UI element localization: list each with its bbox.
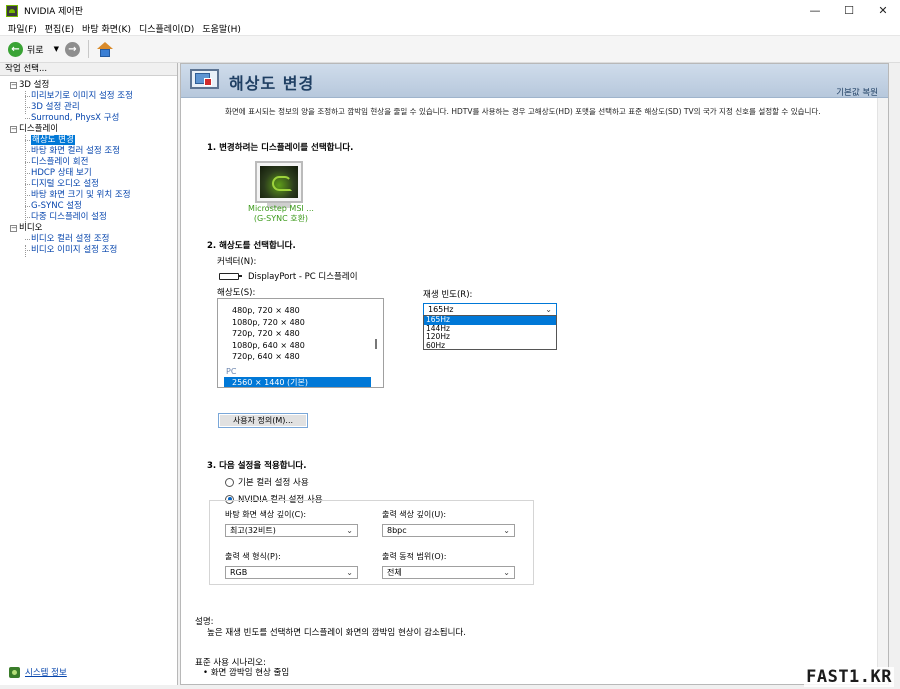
dropdown-option-60hz[interactable]: 60Hz xyxy=(424,341,556,351)
output-dynamic-range-label: 출력 동적 범위(O): xyxy=(382,552,447,561)
title-bar: NVIDIA 제어판 — ☐ ✕ xyxy=(0,0,900,21)
forward-arrow-icon[interactable]: → xyxy=(64,41,80,57)
tree-category-3d-settings[interactable]: −3D 설정 xyxy=(0,80,177,91)
menu-bar: 파일(F) 편집(E) 바탕 화면(K) 디스플레이(D) 도움말(H) xyxy=(0,21,900,36)
tree-item-hdcp-status[interactable]: HDCP 상태 보기 xyxy=(0,168,177,179)
sidebar-header: 작업 선택... xyxy=(0,63,177,76)
about-text: 높은 재생 빈도를 선택하면 디스플레이 화면의 깜박임 현상이 감소됩니다. xyxy=(207,628,466,638)
settings-area: 1. 변경하려는 디스플레이를 선택합니다. Microstep MSI ...… xyxy=(191,124,881,604)
watermark: FAST1.KR xyxy=(804,667,894,687)
collapse-icon[interactable]: − xyxy=(10,82,17,89)
menu-edit[interactable]: 편집(E) xyxy=(41,22,78,35)
resolution-listbox[interactable]: ​ 480p, 720 × 480 1080p, 720 × 480 720p,… xyxy=(217,298,384,388)
toolbar: ← 뒤로 ▼ → xyxy=(0,36,900,63)
minimize-button[interactable]: — xyxy=(798,0,832,21)
collapse-icon[interactable]: − xyxy=(10,225,17,232)
refresh-rate-label: 재생 빈도(R): xyxy=(423,290,473,300)
desktop-color-depth-select[interactable]: 최고(32비트) ⌄ xyxy=(225,524,358,537)
home-icon[interactable] xyxy=(96,41,114,57)
toolbar-separator xyxy=(87,40,89,58)
list-item[interactable]: 480p, 720 × 480 xyxy=(218,305,383,317)
system-info-label[interactable]: 시스템 정보 xyxy=(25,666,67,678)
restore-defaults-link[interactable]: 기본값 복원 xyxy=(836,86,878,98)
connector-value: DisplayPort - PC 디스플레이 xyxy=(248,272,358,282)
tree-item-desktop-size-position[interactable]: 바탕 화면 크기 및 위치 조정 xyxy=(0,190,177,201)
tree-item-rotate-display[interactable]: 디스플레이 회전 xyxy=(0,157,177,168)
list-item[interactable]: 1080p, 720 × 480 xyxy=(218,317,383,329)
step3-heading: 3. 다음 설정을 적용합니다. xyxy=(207,461,307,471)
collapse-icon[interactable]: − xyxy=(10,126,17,133)
output-color-depth-select[interactable]: 8bpc ⌄ xyxy=(382,524,515,537)
connector-label: 커넥터(N): xyxy=(217,257,257,267)
display-model: Microstep MSI ... xyxy=(248,204,314,213)
tree-item-desktop-color[interactable]: 바탕 화면 컬러 설정 조정 xyxy=(0,146,177,157)
tree-item-gsync-settings[interactable]: G-SYNC 설정 xyxy=(0,201,177,212)
connector-info: DisplayPort - PC 디스플레이 xyxy=(219,270,358,282)
main-content-panel: 해상도 변경 기본값 복원 화면에 표시되는 정보의 양을 조정하고 깜박임 현… xyxy=(180,63,889,685)
list-item[interactable]: 720p, 720 × 480 xyxy=(218,328,383,340)
tree-item-preview-image-settings[interactable]: 미리보기로 이미지 설정 조정 xyxy=(0,91,177,102)
page-title: 해상도 변경 xyxy=(229,74,315,93)
page-header: 해상도 변경 기본값 복원 xyxy=(181,64,888,98)
menu-display[interactable]: 디스플레이(D) xyxy=(135,22,198,35)
tree-item-video-color[interactable]: 비디오 컬러 설정 조정 xyxy=(0,234,177,245)
page-description: 화면에 표시되는 정보의 양을 조정하고 깜박임 현상을 줄일 수 있습니다. … xyxy=(225,107,821,116)
output-color-format-label: 출력 색 형식(P): xyxy=(225,552,281,561)
step1-heading: 1. 변경하려는 디스플레이를 선택합니다. xyxy=(207,143,354,153)
close-button[interactable]: ✕ xyxy=(866,0,900,21)
tree-item-manage-3d-settings[interactable]: 3D 설정 관리 xyxy=(0,102,177,113)
task-sidebar: 작업 선택... −3D 설정 미리보기로 이미지 설정 조정 3D 설정 관리… xyxy=(0,63,178,685)
display-settings-icon xyxy=(190,69,219,93)
maximize-button[interactable]: ☐ xyxy=(832,0,866,21)
tree-item-change-resolution[interactable]: 해상도 변경 xyxy=(0,135,177,146)
system-information-link[interactable]: 시스템 정보 xyxy=(9,666,67,678)
displayport-icon xyxy=(219,272,242,280)
tree-item-video-image[interactable]: 비디오 이미지 설정 조정 xyxy=(0,245,177,256)
list-group-header: PC xyxy=(226,366,237,376)
tree-category-display[interactable]: − 디스플레이 xyxy=(0,124,177,135)
tree-item-multiple-displays[interactable]: 다중 디스플레이 설정 xyxy=(0,212,177,223)
customize-button[interactable]: 사용자 정의(M)... xyxy=(218,413,308,428)
display-name[interactable]: Microstep MSI ... (G-SYNC 호환) xyxy=(231,204,331,224)
menu-desktop[interactable]: 바탕 화면(K) xyxy=(78,22,135,35)
system-info-icon xyxy=(9,666,20,678)
output-color-format-select[interactable]: RGB ⌄ xyxy=(225,566,358,579)
menu-file[interactable]: 파일(F) xyxy=(4,22,41,35)
chevron-down-icon: ⌄ xyxy=(503,568,510,577)
main-scrollbar[interactable] xyxy=(877,98,888,684)
listbox-scroll-thumb[interactable] xyxy=(375,339,377,349)
nvidia-app-icon xyxy=(6,4,18,17)
nvidia-logo-icon xyxy=(260,166,298,198)
output-color-depth-label: 출력 색상 깊이(U): xyxy=(382,510,447,519)
refresh-rate-value: 165Hz xyxy=(428,305,454,314)
chevron-down-icon: ⌄ xyxy=(346,526,353,535)
usage-item: • 화면 깜박임 현상 줄임 xyxy=(203,668,290,678)
output-dynamic-range-select[interactable]: 전체 ⌄ xyxy=(382,566,515,579)
chevron-down-icon: ⌄ xyxy=(503,526,510,535)
list-item[interactable]: 1080p, 640 × 480 xyxy=(218,340,383,352)
chevron-down-icon: ⌄ xyxy=(346,568,353,577)
back-button-label[interactable]: 뒤로 xyxy=(27,43,44,56)
desktop-color-depth-label: 바탕 화면 색상 깊이(C): xyxy=(225,510,307,519)
list-item-selected[interactable]: 2560 × 1440 (기본) xyxy=(224,376,371,387)
window-title: NVIDIA 제어판 xyxy=(24,7,83,17)
tree-item-surround-physx[interactable]: Surround, PhysX 구성 xyxy=(0,113,177,124)
tree-item-digital-audio[interactable]: 디지털 오디오 설정 xyxy=(0,179,177,190)
tree-category-video[interactable]: − 비디오 xyxy=(0,223,177,234)
step2-heading: 2. 해상도를 선택합니다. xyxy=(207,241,296,251)
task-tree: −3D 설정 미리보기로 이미지 설정 조정 3D 설정 관리 Surround… xyxy=(0,76,177,257)
chevron-down-icon: ⌄ xyxy=(545,305,552,314)
radio-default-color[interactable]: 기본 컬러 설정 사용 xyxy=(225,476,309,488)
display-thumbnail[interactable] xyxy=(255,161,303,203)
resolution-label: 해상도(S): xyxy=(217,288,256,298)
refresh-rate-dropdown[interactable]: 165Hz 144Hz 120Hz 60Hz xyxy=(423,315,557,350)
menu-help[interactable]: 도움말(H) xyxy=(198,22,245,35)
list-item[interactable]: 720p, 640 × 480 xyxy=(218,351,383,363)
display-sync-label: (G-SYNC 호환) xyxy=(253,214,309,223)
radio-button[interactable] xyxy=(225,477,234,487)
back-history-dropdown[interactable]: ▼ xyxy=(54,45,59,53)
back-arrow-icon[interactable]: ← xyxy=(8,41,23,57)
